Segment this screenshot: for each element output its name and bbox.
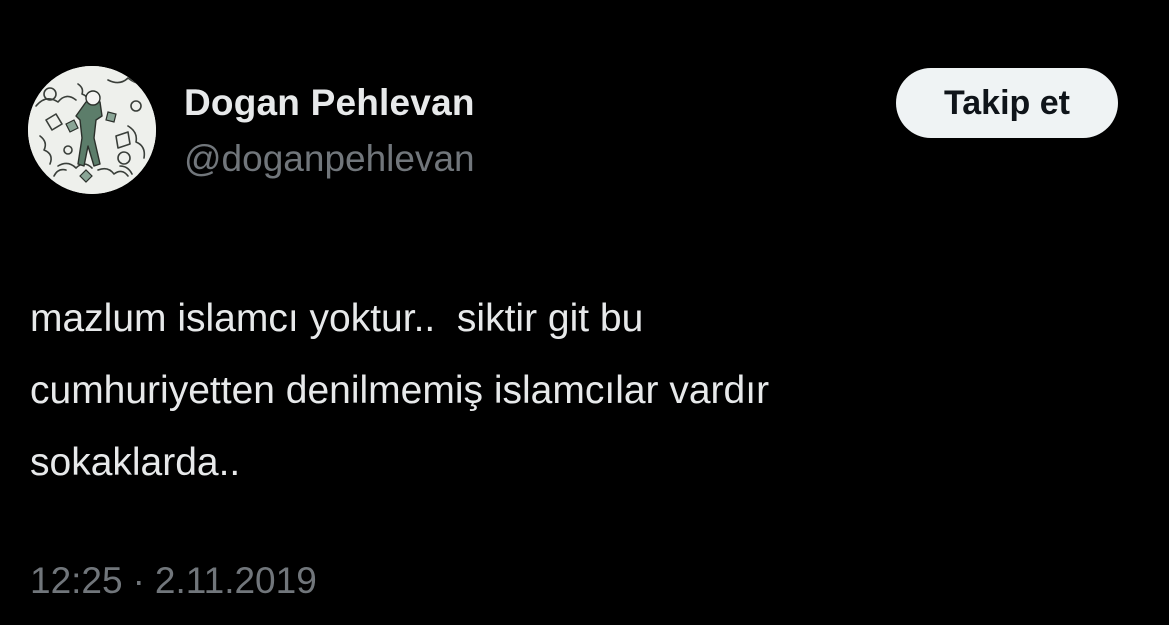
meta-separator: · — [132, 560, 145, 601]
user-display-name[interactable]: Dogan Pehlevan — [184, 82, 475, 124]
follow-button[interactable]: Takip et — [896, 68, 1118, 138]
illustrated-avatar-icon — [28, 66, 156, 194]
tweet-time[interactable]: 12:25 — [30, 560, 123, 601]
tweet-text-line: sokaklarda.. — [30, 441, 241, 484]
tweet-text-line: cumhuriyetten denilmemiş islamcılar vard… — [30, 369, 770, 412]
user-handle[interactable]: @doganpehlevan — [184, 138, 475, 180]
tweet-metadata: 12:25 · 2.11.2019 — [30, 560, 317, 602]
user-avatar[interactable] — [28, 66, 156, 194]
tweet-text: mazlum islamcı yoktur.. siktir git bu cu… — [30, 283, 1140, 499]
tweet-text-line: mazlum islamcı yoktur.. siktir git bu — [30, 297, 644, 340]
tweet-card: Dogan Pehlevan @doganpehlevan Takip et m… — [0, 0, 1169, 625]
tweet-date[interactable]: 2.11.2019 — [155, 560, 317, 601]
